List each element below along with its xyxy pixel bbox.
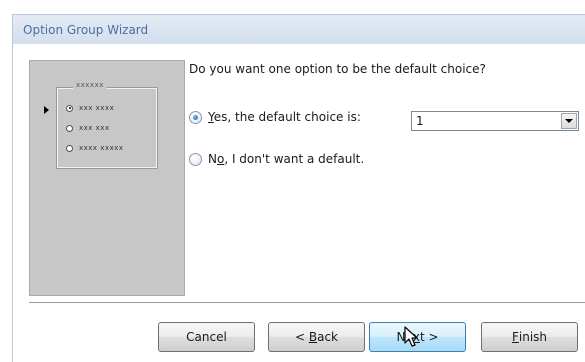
mouse-pointer-icon bbox=[404, 326, 418, 347]
preview-radio-icon bbox=[66, 144, 73, 152]
radio-yes-default[interactable]: Yes, the default choice is: bbox=[189, 110, 361, 124]
preview-option-label: xxx xxx bbox=[79, 124, 110, 132]
chevron-down-icon bbox=[565, 119, 573, 123]
title-bar: Option Group Wizard bbox=[12, 14, 585, 45]
default-choice-combobox[interactable]: 1 bbox=[411, 111, 579, 131]
back-button[interactable]: < Back bbox=[268, 322, 365, 352]
preview-option-3: xxxx xxxxx bbox=[66, 143, 124, 153]
radio-no-label[interactable]: No, I don't want a default. bbox=[208, 152, 364, 166]
default-choice-value[interactable]: 1 bbox=[416, 114, 424, 128]
radio-yes-label[interactable]: Yes, the default choice is: bbox=[208, 110, 361, 124]
preview-option-1: xxx xxxx bbox=[66, 103, 114, 113]
default-choice-question: Do you want one option to be the default… bbox=[189, 62, 486, 76]
option-group-preview: xxxxxx xxx xxxx xxx xxx xxxx xxxxx bbox=[29, 60, 185, 296]
preview-option-label: xxx xxxx bbox=[79, 104, 115, 112]
dropdown-button[interactable] bbox=[561, 113, 577, 129]
preview-option-frame: xxxxxx xxx xxxx xxx xxx xxxx xxxxx bbox=[44, 81, 158, 169]
preview-option-2: xxx xxx bbox=[66, 123, 110, 133]
window-title: Option Group Wizard bbox=[23, 23, 149, 37]
preview-frame-caption: xxxxxx bbox=[73, 81, 107, 89]
finish-button[interactable]: Finish bbox=[481, 322, 578, 352]
wizard-dialog: xxxxxx xxx xxxx xxx xxx xxxx xxxxx Do yo… bbox=[12, 44, 585, 362]
radio-no-icon[interactable] bbox=[189, 152, 202, 166]
pointer-arrow-icon bbox=[44, 106, 49, 114]
radio-yes-icon[interactable] bbox=[189, 110, 202, 124]
button-separator bbox=[29, 302, 585, 304]
preview-radio-selected-icon bbox=[66, 104, 73, 112]
preview-radio-icon bbox=[66, 124, 73, 132]
preview-option-label: xxxx xxxxx bbox=[79, 144, 124, 152]
radio-no-default[interactable]: No, I don't want a default. bbox=[189, 152, 364, 166]
cancel-button[interactable]: Cancel bbox=[158, 322, 255, 352]
